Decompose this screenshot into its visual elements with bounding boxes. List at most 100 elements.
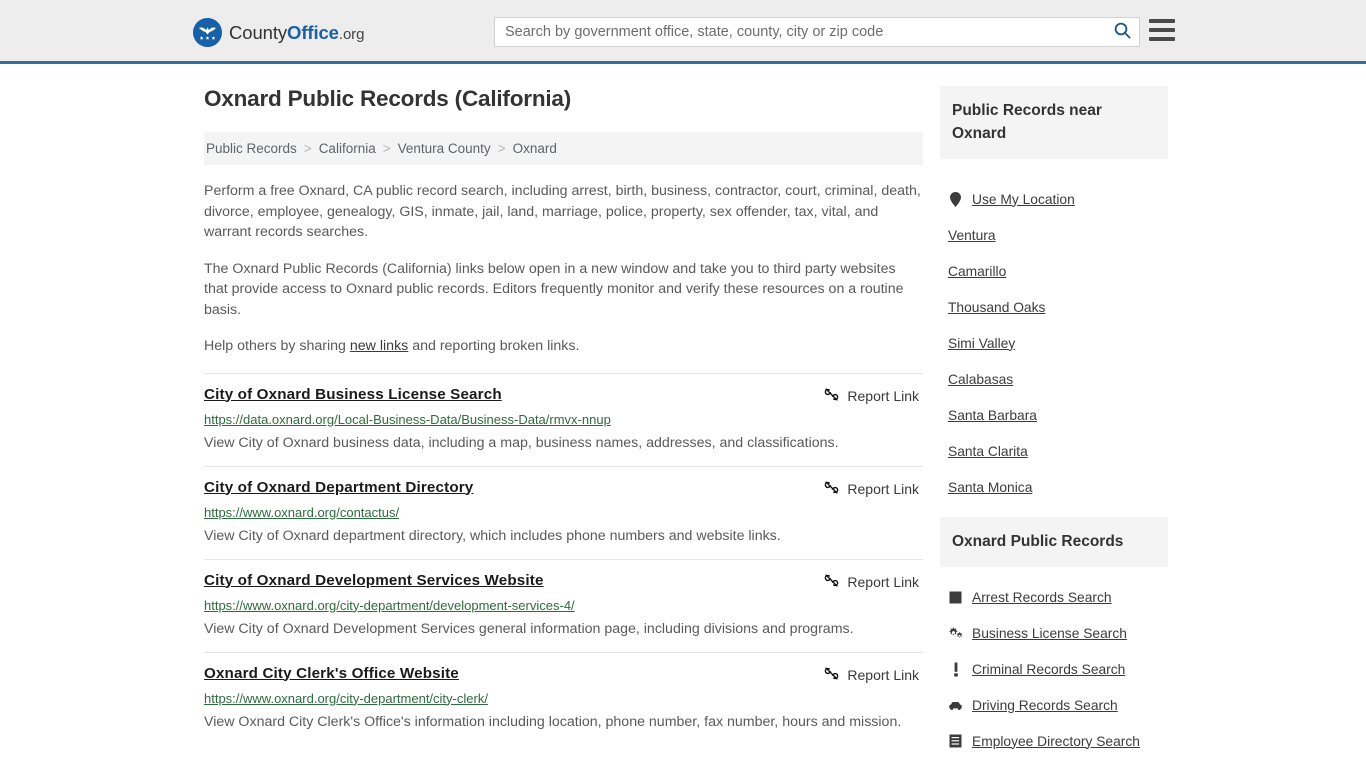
- sidebar-item-santa-barbara[interactable]: Santa Barbara: [940, 397, 1168, 433]
- result-description: View City of Oxnard business data, inclu…: [204, 434, 839, 451]
- nearby-cities-list: Use My Location Ventura Camarillo Thousa…: [940, 181, 1168, 505]
- book-icon: [948, 734, 963, 748]
- intro-paragraph-1: Perform a free Oxnard, CA public record …: [204, 183, 921, 240]
- city-link[interactable]: Simi Valley: [948, 336, 1015, 351]
- result-title-link[interactable]: City of Oxnard Development Services Webs…: [204, 572, 544, 589]
- report-link-button[interactable]: Report Link: [824, 480, 923, 498]
- records-category-link[interactable]: Criminal Records Search: [972, 662, 1125, 677]
- result-description: View City of Oxnard department directory…: [204, 527, 781, 544]
- breadcrumb-separator: >: [303, 141, 312, 156]
- page-title: Oxnard Public Records (California): [204, 86, 572, 111]
- report-link-label: Report Link: [847, 573, 919, 590]
- result-item: City of Oxnard Business License Search R…: [204, 372, 923, 466]
- sidebar-item-business-license[interactable]: Business License Search: [940, 615, 1168, 651]
- search-bar[interactable]: [494, 17, 1140, 47]
- city-link[interactable]: Santa Barbara: [948, 408, 1037, 423]
- sidebar-item-thousand-oaks[interactable]: Thousand Oaks: [940, 289, 1168, 325]
- result-url[interactable]: https://www.oxnard.org/city-department/c…: [204, 691, 923, 706]
- records-category-link[interactable]: Arrest Records Search: [972, 590, 1112, 605]
- breadcrumb-item-california[interactable]: California: [319, 141, 376, 156]
- broken-chain-icon: [824, 666, 839, 684]
- eagle-shield-icon: [193, 18, 222, 47]
- sidebar-item-camarillo[interactable]: Camarillo: [940, 253, 1168, 289]
- report-link-button[interactable]: Report Link: [824, 666, 923, 684]
- result-header: City of Oxnard Development Services Webs…: [204, 572, 923, 591]
- city-link[interactable]: Calabasas: [948, 372, 1013, 387]
- records-category-link[interactable]: Business License Search: [972, 626, 1127, 641]
- records-category-list: Arrest Records Search Business License S…: [940, 579, 1168, 759]
- exclamation-icon: [948, 662, 963, 677]
- broken-chain-icon: [824, 480, 839, 498]
- breadcrumb-item-public-records[interactable]: Public Records: [206, 141, 297, 156]
- search-button[interactable]: [1105, 18, 1139, 46]
- car-icon: [948, 700, 963, 711]
- share-text-before: Help others by sharing: [204, 338, 350, 354]
- intro-paragraph-3: Help others by sharing new links and rep…: [204, 336, 923, 357]
- sidebar-item-criminal-records[interactable]: Criminal Records Search: [940, 651, 1168, 687]
- result-url[interactable]: https://www.oxnard.org/city-department/d…: [204, 598, 923, 613]
- result-header: City of Oxnard Department Directory Repo…: [204, 479, 923, 498]
- cogs-icon: [948, 626, 963, 640]
- intro-paragraph-2: The Oxnard Public Records (California) l…: [204, 260, 904, 318]
- records-category-link[interactable]: Driving Records Search: [972, 698, 1118, 713]
- fingerprint-icon: [948, 591, 963, 604]
- result-item: City of Oxnard Development Services Webs…: [204, 558, 923, 652]
- sidebar-item-calabasas[interactable]: Calabasas: [940, 361, 1168, 397]
- site-logo[interactable]: CountyOffice.org: [193, 18, 364, 47]
- new-links-link[interactable]: new links: [350, 338, 408, 354]
- main-content: Oxnard Public Records (California) Publi…: [204, 86, 923, 745]
- report-link-label: Report Link: [847, 480, 919, 497]
- records-category-link[interactable]: Employee Directory Search: [972, 734, 1140, 749]
- map-pin-icon: [948, 191, 963, 207]
- result-title-link[interactable]: City of Oxnard Department Directory: [204, 479, 473, 496]
- report-link-button[interactable]: Report Link: [824, 573, 923, 591]
- sidebar-item-santa-clarita[interactable]: Santa Clarita: [940, 433, 1168, 469]
- city-link[interactable]: Thousand Oaks: [948, 300, 1045, 315]
- result-item: City of Oxnard Department Directory Repo…: [204, 465, 923, 559]
- city-link[interactable]: Camarillo: [948, 264, 1006, 279]
- page-body: Oxnard Public Records (California) Publi…: [0, 64, 1366, 768]
- result-header: City of Oxnard Business License Search R…: [204, 386, 923, 405]
- logo-wordmark: CountyOffice.org: [229, 22, 364, 44]
- records-panel-heading: Oxnard Public Records: [940, 517, 1168, 567]
- search-icon: [1114, 22, 1131, 42]
- broken-chain-icon: [824, 387, 839, 405]
- sidebar-item-driving-records[interactable]: Driving Records Search: [940, 687, 1168, 723]
- share-text-after: and reporting broken links.: [408, 338, 580, 354]
- logo-text-org: .org: [338, 25, 365, 43]
- result-header: Oxnard City Clerk's Office Website Repor…: [204, 665, 923, 684]
- logo-text-county: County: [229, 21, 288, 43]
- report-link-label: Report Link: [847, 387, 919, 404]
- site-header: CountyOffice.org: [0, 0, 1366, 64]
- sidebar-item-arrest-records[interactable]: Arrest Records Search: [940, 579, 1168, 615]
- result-title-link[interactable]: City of Oxnard Business License Search: [204, 386, 502, 403]
- result-url[interactable]: https://www.oxnard.org/contactus/: [204, 505, 923, 520]
- report-link-label: Report Link: [847, 666, 919, 683]
- city-link[interactable]: Santa Monica: [948, 480, 1032, 495]
- breadcrumb-item-ventura-county[interactable]: Ventura County: [398, 141, 491, 156]
- sidebar-item-santa-monica[interactable]: Santa Monica: [940, 469, 1168, 505]
- nearby-panel-heading: Public Records near Oxnard: [940, 86, 1168, 159]
- sidebar-item-use-my-location[interactable]: Use My Location: [940, 181, 1168, 217]
- breadcrumb: Public Records > California > Ventura Co…: [204, 132, 923, 165]
- city-link[interactable]: Santa Clarita: [948, 444, 1028, 459]
- sidebar-item-ventura[interactable]: Ventura: [940, 217, 1168, 253]
- sidebar: Public Records near Oxnard Use My Locati…: [940, 86, 1168, 759]
- result-description: View City of Oxnard Development Services…: [204, 620, 854, 637]
- result-item: Oxnard City Clerk's Office Website Repor…: [204, 651, 923, 745]
- report-link-button[interactable]: Report Link: [824, 387, 923, 405]
- broken-chain-icon: [824, 573, 839, 591]
- search-input[interactable]: [495, 18, 1105, 46]
- result-title-link[interactable]: Oxnard City Clerk's Office Website: [204, 665, 459, 682]
- city-link[interactable]: Ventura: [948, 228, 996, 243]
- sidebar-item-employee-directory[interactable]: Employee Directory Search: [940, 723, 1168, 759]
- breadcrumb-item-oxnard: Oxnard: [512, 141, 557, 156]
- hamburger-menu-icon[interactable]: [1149, 19, 1175, 41]
- use-my-location-link[interactable]: Use My Location: [972, 192, 1075, 207]
- sidebar-item-simi-valley[interactable]: Simi Valley: [940, 325, 1168, 361]
- logo-text-office: Office: [287, 21, 339, 43]
- result-url[interactable]: https://data.oxnard.org/Local-Business-D…: [204, 412, 923, 427]
